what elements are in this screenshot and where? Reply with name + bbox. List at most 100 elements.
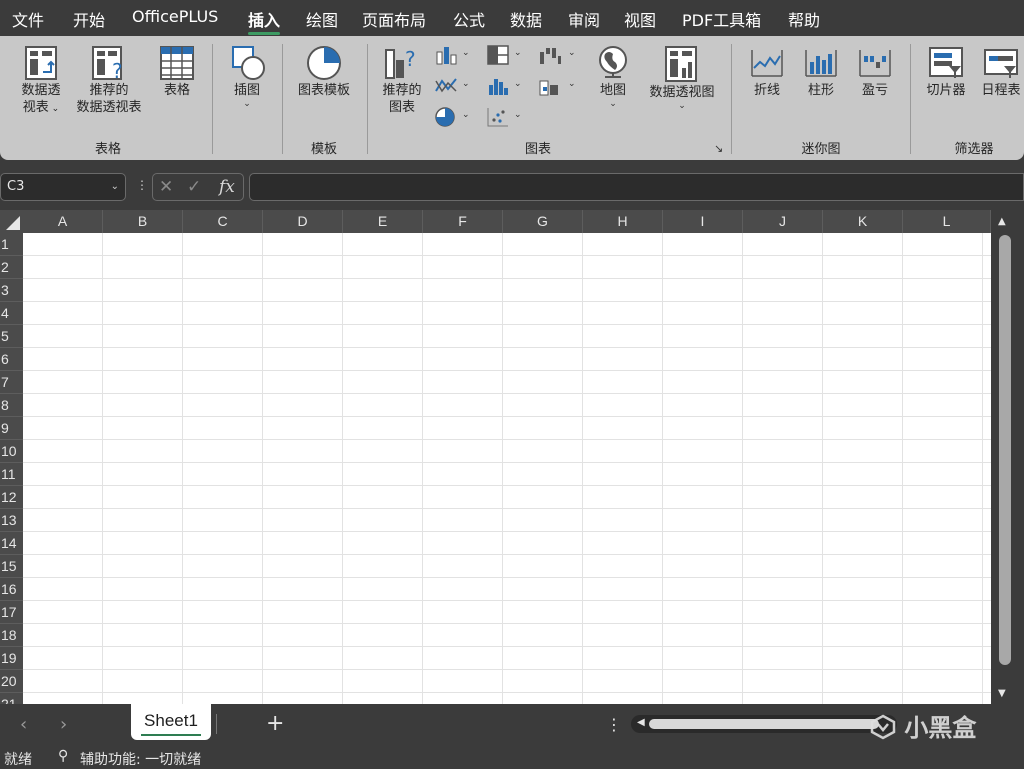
waterfall-chart-button[interactable]: ⌄ <box>538 44 576 66</box>
recommended-charts-button[interactable]: ? 推荐的 图表 <box>376 44 428 116</box>
row-header[interactable]: 14 <box>0 532 23 555</box>
column-header[interactable]: H <box>583 210 663 233</box>
line-chart-button[interactable]: ⌄ <box>434 75 472 97</box>
combo-chart-button[interactable]: ⌄ <box>538 75 576 97</box>
statistic-chart-button[interactable]: ⌄ <box>486 75 524 97</box>
row-header[interactable]: 15 <box>0 555 23 578</box>
chevron-right-icon[interactable]: › <box>60 714 67 735</box>
menu-draw[interactable]: 绘图 <box>306 7 338 30</box>
row-header[interactable]: 1 <box>0 233 23 256</box>
more-vertical-icon[interactable]: ⋮ <box>606 715 622 734</box>
map-button[interactable]: 地图 ⌄ <box>592 44 634 109</box>
waterfall-chart-icon <box>540 48 561 64</box>
sparkline-line-button[interactable]: 折线 <box>744 44 790 99</box>
menu-formulas[interactable]: 公式 <box>453 7 485 30</box>
vertical-scroll-thumb[interactable] <box>999 235 1011 665</box>
hierarchy-chart-button[interactable]: ⌄ <box>486 44 524 66</box>
add-sheet-icon[interactable]: + <box>266 711 284 736</box>
row-header[interactable]: 16 <box>0 578 23 601</box>
column-header[interactable]: K <box>823 210 903 233</box>
row-header[interactable]: 5 <box>0 325 23 348</box>
slicer-button[interactable]: 切片器 <box>920 44 972 99</box>
confirm-icon[interactable]: ✓ <box>187 177 201 197</box>
pivot-table-button[interactable]: 数据透 视表 ⌄ <box>14 44 68 118</box>
column-header[interactable]: J <box>743 210 823 233</box>
column-header[interactable]: A <box>23 210 103 233</box>
column-header[interactable]: L <box>903 210 991 233</box>
menu-data[interactable]: 数据 <box>510 7 542 30</box>
sparkline-winloss-button[interactable]: 盈亏 <box>852 44 898 99</box>
menu-insert[interactable]: 插入 <box>248 7 281 35</box>
sheet-tab-sheet1[interactable]: Sheet1 <box>131 704 211 740</box>
menu-home[interactable]: 开始 <box>73 7 105 30</box>
row-header[interactable]: 21 <box>0 693 23 704</box>
column-header[interactable]: F <box>423 210 503 233</box>
dialog-launcher-icon[interactable]: ↘ <box>714 142 723 155</box>
cancel-icon[interactable]: ✕ <box>159 177 173 197</box>
chart-template-button[interactable]: 图表模板 <box>290 44 358 99</box>
row-header[interactable]: 9 <box>0 417 23 440</box>
column-chart-button[interactable]: ⌄ <box>434 44 472 66</box>
group-label-filters: 筛选器 <box>954 142 994 157</box>
menu-file[interactable]: 文件 <box>12 7 44 30</box>
horizontal-scrollbar[interactable]: ◀ <box>631 715 897 733</box>
row-header[interactable]: 7 <box>0 371 23 394</box>
scatter-chart-button[interactable]: ⌄ <box>486 106 524 128</box>
column-header[interactable]: G <box>503 210 583 233</box>
chevron-left-icon[interactable]: ‹ <box>20 714 27 735</box>
scroll-left-icon[interactable]: ◀ <box>637 717 645 728</box>
column-header[interactable]: I <box>663 210 743 233</box>
timeline-label: 日程表 <box>981 83 1021 98</box>
timeline-button[interactable]: 日程表 <box>975 44 1024 99</box>
row-header[interactable]: 17 <box>0 601 23 624</box>
column-header[interactable]: B <box>103 210 183 233</box>
menu-pdf-toolbox[interactable]: PDF工具箱 <box>682 7 761 30</box>
table-button[interactable]: 表格 <box>154 44 200 99</box>
horizontal-scroll-thumb[interactable] <box>649 719 879 729</box>
table-icon <box>160 46 194 80</box>
pivot-chart-button[interactable]: 数据透视图 ⌄ <box>640 44 724 111</box>
name-box-value: C3 <box>7 179 25 194</box>
column-header[interactable]: D <box>263 210 343 233</box>
menu-help[interactable]: 帮助 <box>788 7 820 30</box>
row-header[interactable]: 10 <box>0 440 23 463</box>
row-header[interactable]: 4 <box>0 302 23 325</box>
sparkline-column-button[interactable]: 柱形 <box>798 44 844 99</box>
scroll-down-icon[interactable]: ▼ <box>998 688 1006 699</box>
chart-template-label: 图表模板 <box>297 83 350 98</box>
sparkline-line-label: 折线 <box>753 83 780 98</box>
pie-chart-button[interactable]: ⌄ <box>434 106 472 128</box>
row-header[interactable]: 2 <box>0 256 23 279</box>
worksheet: A B C D E F G H I J K L 1 2 3 4 5 6 7 8 … <box>0 210 991 704</box>
row-header[interactable]: 12 <box>0 486 23 509</box>
row-header[interactable]: 8 <box>0 394 23 417</box>
menu-page-layout[interactable]: 页面布局 <box>362 7 426 30</box>
menu-view[interactable]: 视图 <box>624 7 656 30</box>
scroll-up-icon[interactable]: ▲ <box>998 216 1006 227</box>
insert-function-icon[interactable]: fx <box>219 177 235 197</box>
row-header[interactable]: 18 <box>0 624 23 647</box>
row-header[interactable]: 13 <box>0 509 23 532</box>
column-header[interactable]: C <box>183 210 263 233</box>
menu-officeplus[interactable]: OfficePLUS <box>132 7 218 29</box>
select-all-button[interactable] <box>0 210 23 233</box>
status-bar: 就绪 ⚲ 辅助功能: 一切就绪 <box>0 746 1024 768</box>
chevron-down-icon[interactable]: ⌄ <box>111 181 119 192</box>
vertical-scrollbar[interactable]: ▲ ▼ <box>991 210 1024 704</box>
group-label-templates: 模板 <box>310 142 337 157</box>
row-header[interactable]: 11 <box>0 463 23 486</box>
recommended-pivot-table-button[interactable]: ? 推荐的 数据透视表 <box>70 44 148 116</box>
formula-input[interactable] <box>249 173 1024 201</box>
row-header[interactable]: 20 <box>0 670 23 693</box>
column-header[interactable]: E <box>343 210 423 233</box>
accessibility-status[interactable]: 辅助功能: 一切就绪 <box>80 749 201 769</box>
accessibility-icon[interactable]: ⚲ <box>58 748 68 764</box>
illustrations-button[interactable]: 插图 ⌄ <box>222 44 272 109</box>
row-header[interactable]: 6 <box>0 348 23 371</box>
name-box[interactable]: C3 ⌄ <box>0 173 126 201</box>
row-header[interactable]: 3 <box>0 279 23 302</box>
row-header[interactable]: 19 <box>0 647 23 670</box>
cell-grid[interactable] <box>23 233 991 704</box>
more-vertical-icon[interactable]: ⋮ <box>136 178 148 192</box>
menu-review[interactable]: 审阅 <box>568 7 600 30</box>
